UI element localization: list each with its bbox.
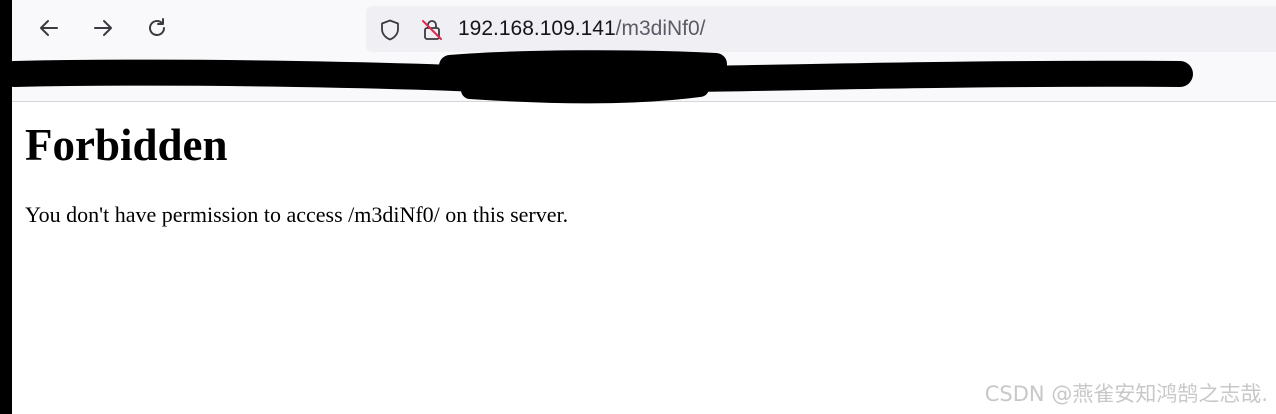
page-heading: Forbidden — [25, 120, 228, 170]
back-arrow-icon — [40, 20, 58, 36]
browser-toolbar: 192.168.109.141/m3diNf0/ — [12, 0, 1276, 60]
shield-icon[interactable] — [378, 18, 402, 42]
reload-icon — [149, 18, 165, 36]
page-content: Forbidden You don't have permission to a… — [25, 101, 1265, 229]
window-left-edge — [0, 0, 12, 414]
forward-arrow-icon — [94, 20, 112, 36]
watermark: CSDN @燕雀安知鸿鹄之志哉. — [984, 382, 1268, 406]
url-path: /m3diNf0/ — [615, 17, 706, 40]
address-bar[interactable]: 192.168.109.141/m3diNf0/ — [366, 6, 1276, 52]
back-button[interactable] — [32, 11, 66, 45]
forward-button[interactable] — [86, 11, 120, 45]
bookmarks-bar — [12, 60, 1276, 102]
error-message: You don't have permission to access /m3d… — [25, 202, 569, 227]
url-host: 192.168.109.141 — [458, 17, 616, 40]
url-text[interactable]: 192.168.109.141/m3diNf0/ — [458, 6, 706, 52]
reload-button[interactable] — [140, 11, 174, 45]
insecure-lock-icon[interactable] — [420, 18, 444, 42]
